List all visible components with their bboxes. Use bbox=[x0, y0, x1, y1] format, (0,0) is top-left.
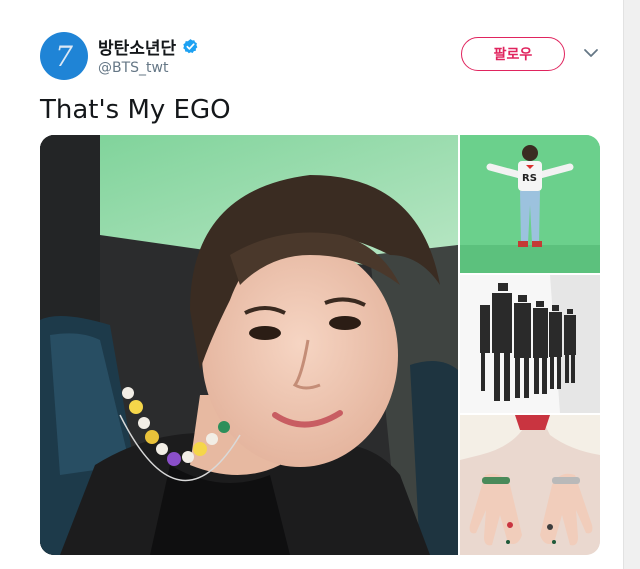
tweet-text: That's My EGO bbox=[40, 95, 231, 125]
selfie-image bbox=[40, 135, 458, 555]
name-row: 방탄소년단 bbox=[98, 34, 199, 59]
avatar-glyph: 7 bbox=[55, 39, 73, 73]
chevron-down-icon[interactable] bbox=[583, 46, 599, 60]
photo-green-screen[interactable]: RS bbox=[460, 135, 600, 273]
vertical-scrollbar[interactable] bbox=[623, 0, 640, 569]
display-name[interactable]: 방탄소년단 bbox=[98, 34, 176, 59]
photo-selfie[interactable] bbox=[40, 135, 458, 555]
media-grid: RS bbox=[40, 135, 600, 555]
verified-badge-icon bbox=[183, 39, 198, 54]
sketch-image bbox=[460, 275, 600, 413]
green-screen-image: RS bbox=[460, 135, 600, 273]
tweet-card: 7 방탄소년단 @BTS_twt 팔로우 That's My EGO RS bbox=[0, 0, 625, 569]
hands-image bbox=[460, 415, 600, 555]
follow-button[interactable]: 팔로우 bbox=[461, 37, 565, 71]
svg-text:RS: RS bbox=[522, 173, 537, 184]
photo-sketch[interactable] bbox=[460, 275, 600, 413]
avatar[interactable]: 7 bbox=[40, 32, 88, 80]
photo-hands[interactable] bbox=[460, 415, 600, 555]
handle[interactable]: @BTS_twt bbox=[98, 60, 168, 76]
